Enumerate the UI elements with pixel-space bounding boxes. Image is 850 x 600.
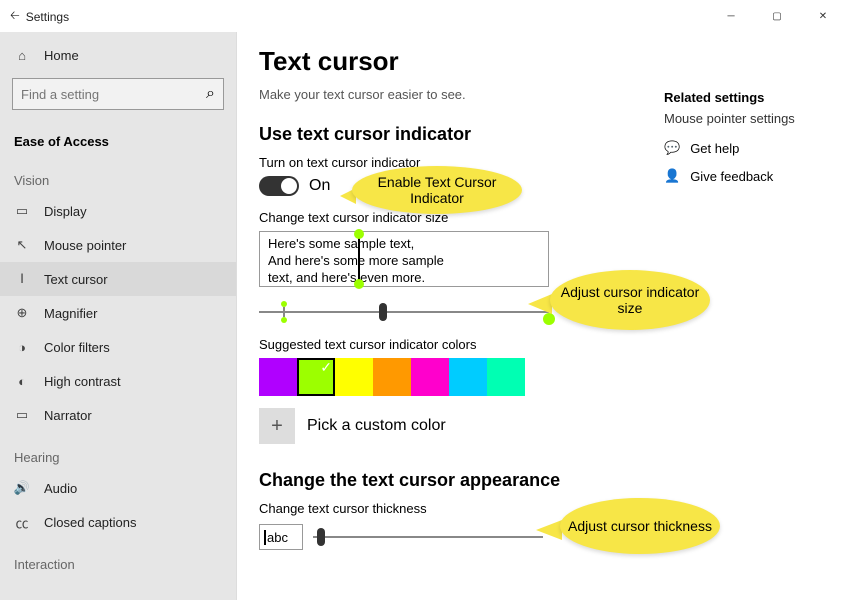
preview-cursor-indicator: [358, 235, 360, 283]
sidebar-item-color-filters[interactable]: ◑ Color filters: [0, 330, 236, 364]
toggle-state: On: [309, 177, 330, 195]
home-icon: ⌂: [14, 48, 30, 63]
sidebar-item-mouse-pointer[interactable]: ↖ Mouse pointer: [0, 228, 236, 262]
back-icon[interactable]: 🡠: [10, 6, 20, 27]
sidebar-item-audio[interactable]: 🔊 Audio: [0, 471, 236, 505]
preview-line: text, and here's even more.: [268, 270, 540, 287]
color-swatch[interactable]: [449, 358, 487, 396]
color-swatch[interactable]: [487, 358, 525, 396]
callout-adjust-thickness: Adjust cursor thickness: [560, 498, 720, 554]
sidebar: ⌂ Home ⌕ Ease of Access Vision ▭Display …: [0, 32, 237, 600]
home-button[interactable]: ⌂ Home: [0, 38, 236, 72]
thickness-preview: abc: [259, 524, 303, 550]
preview-line: And here's some more sample: [268, 253, 540, 270]
color-swatch[interactable]: [373, 358, 411, 396]
minimize-button[interactable]: ─: [708, 0, 754, 32]
feedback-label: Give feedback: [690, 169, 773, 184]
group-vision: Vision: [0, 155, 236, 194]
get-help-link[interactable]: 💬 Get help: [664, 140, 824, 156]
text-cursor-icon: Ⅰ: [14, 271, 30, 287]
help-label: Get help: [690, 141, 739, 156]
sidebar-item-label: High contrast: [44, 374, 121, 389]
color-swatch[interactable]: [259, 358, 297, 396]
home-label: Home: [44, 48, 79, 63]
search-icon: ⌕: [206, 85, 215, 103]
related-link[interactable]: Mouse pointer settings: [664, 111, 824, 126]
sidebar-item-label: Color filters: [44, 340, 110, 355]
callout-adjust-size: Adjust cursor indicator size: [550, 270, 710, 330]
group-hearing: Hearing: [0, 432, 236, 471]
slider-max-icon: [543, 313, 555, 325]
custom-color-button[interactable]: +: [259, 408, 295, 444]
section-appearance: Change the text cursor appearance: [259, 470, 832, 491]
preview-line: Here's some sample text,: [268, 236, 540, 253]
callout-enable-indicator: Enable Text Cursor Indicator: [352, 166, 522, 214]
callout-tail: [536, 520, 562, 540]
sidebar-item-label: Display: [44, 204, 87, 219]
content-area: Text cursor Make your text cursor easier…: [237, 32, 850, 600]
thickness-label: Change text cursor thickness: [259, 501, 832, 516]
slider-min-icon: [281, 317, 287, 323]
indicator-toggle[interactable]: [259, 176, 299, 196]
magnifier-icon: ⊕: [14, 305, 30, 321]
close-button[interactable]: ✕: [800, 0, 846, 32]
color-swatch[interactable]: [297, 358, 335, 396]
color-swatch[interactable]: [335, 358, 373, 396]
high-contrast-icon: ◐: [14, 374, 30, 389]
help-icon: 💬: [664, 140, 680, 156]
category-label: Ease of Access: [0, 120, 236, 155]
search-input[interactable]: [21, 87, 206, 102]
feedback-icon: 👤: [664, 168, 680, 184]
sidebar-item-label: Closed captions: [44, 515, 137, 530]
color-swatches: [259, 358, 832, 396]
custom-color-label: Pick a custom color: [307, 417, 446, 435]
sidebar-item-label: Narrator: [44, 408, 92, 423]
sidebar-item-text-cursor[interactable]: Ⅰ Text cursor: [0, 262, 236, 296]
preview-box: Here's some sample text, And here's some…: [259, 231, 549, 287]
sidebar-item-closed-captions[interactable]: ㏄ Closed captions: [0, 505, 236, 539]
narrator-icon: ▭: [14, 407, 30, 423]
slider-thumb[interactable]: [317, 528, 325, 546]
sidebar-item-display[interactable]: ▭ Display: [0, 194, 236, 228]
colors-label: Suggested text cursor indicator colors: [259, 337, 832, 352]
slider-min-icon: [281, 301, 287, 307]
sidebar-item-label: Audio: [44, 481, 77, 496]
sidebar-item-label: Magnifier: [44, 306, 97, 321]
audio-icon: 🔊: [14, 480, 30, 496]
sidebar-item-label: Mouse pointer: [44, 238, 126, 253]
slider-thumb[interactable]: [379, 303, 387, 321]
color-swatch[interactable]: [411, 358, 449, 396]
related-heading: Related settings: [664, 90, 824, 105]
sidebar-item-magnifier[interactable]: ⊕ Magnifier: [0, 296, 236, 330]
window-title: Settings: [26, 10, 69, 24]
maximize-button[interactable]: ▢: [754, 0, 800, 32]
thickness-sample: abc: [264, 530, 288, 545]
mouse-icon: ↖: [14, 237, 30, 253]
size-label: Change text cursor indicator size: [259, 210, 832, 225]
sidebar-item-label: Text cursor: [44, 272, 108, 287]
callout-tail: [528, 294, 552, 314]
sidebar-item-high-contrast[interactable]: ◐ High contrast: [0, 364, 236, 398]
sidebar-item-narrator[interactable]: ▭ Narrator: [0, 398, 236, 432]
search-box[interactable]: ⌕: [12, 78, 224, 110]
give-feedback-link[interactable]: 👤 Give feedback: [664, 168, 824, 184]
page-title: Text cursor: [259, 46, 832, 77]
right-column: Related settings Mouse pointer settings …: [664, 90, 824, 196]
captions-icon: ㏄: [14, 513, 30, 532]
thickness-slider[interactable]: [313, 522, 543, 552]
display-icon: ▭: [14, 203, 30, 219]
size-slider[interactable]: [259, 297, 549, 327]
group-interaction: Interaction: [0, 539, 236, 578]
color-filters-icon: ◑: [14, 340, 30, 355]
